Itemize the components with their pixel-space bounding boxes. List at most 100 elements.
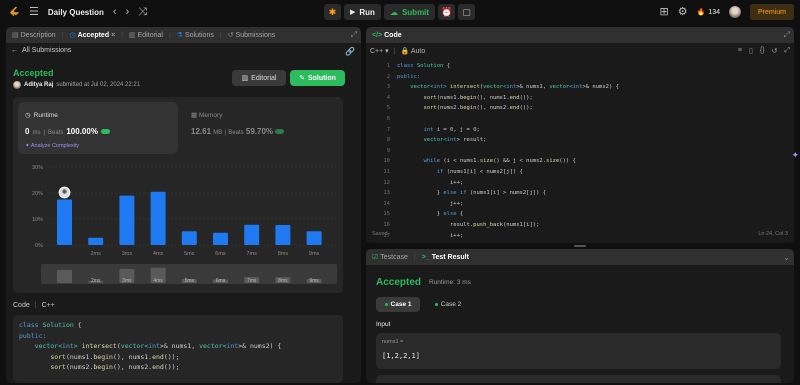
runtime-bar bbox=[57, 199, 72, 245]
tab-accepted[interactable]: ◷ Accepted × bbox=[67, 31, 117, 40]
analyze-complexity-link[interactable]: ✦ Analyze Complexity bbox=[25, 143, 79, 149]
clock-icon: ◷ bbox=[25, 112, 31, 119]
streak-count: 134 bbox=[708, 8, 720, 16]
code-line: class Solution { bbox=[19, 321, 82, 329]
memory-beats: 59.70% bbox=[245, 127, 274, 136]
param-name: nums1 = bbox=[382, 339, 404, 345]
tab-submissions[interactable]: ↺ Submissions bbox=[226, 31, 278, 40]
tab-code[interactable]: </> Code bbox=[370, 32, 404, 39]
prev-problem-icon[interactable]: ‹ bbox=[113, 6, 117, 18]
premium-button[interactable]: Premium bbox=[749, 4, 794, 20]
play-icon: ▶ bbox=[350, 9, 356, 16]
language-select[interactable]: C++ ▾ bbox=[370, 47, 389, 55]
tab-editorial[interactable]: ▥ Editorial bbox=[127, 31, 165, 40]
book-icon: ▥ bbox=[129, 32, 136, 39]
notes-button[interactable]: ▢ bbox=[458, 4, 476, 20]
code-line: if (nums1[i] < nums2[j]) { bbox=[436, 168, 523, 175]
username[interactable]: Aditya Raj bbox=[24, 82, 53, 88]
shuffle-icon[interactable]: ⤨ bbox=[138, 6, 147, 18]
submitted-code-header: Code | C++ bbox=[13, 302, 55, 309]
tab-test-result[interactable]: >_ Test Result bbox=[420, 254, 471, 261]
flask-icon: ⚗ bbox=[176, 32, 184, 39]
all-submissions-link[interactable]: ← All Submissions bbox=[11, 47, 71, 54]
tab-description[interactable]: ▤ Description bbox=[10, 31, 58, 40]
expand-panel-icon[interactable]: ⤢ bbox=[351, 30, 357, 40]
note-icon: ▢ bbox=[462, 6, 471, 17]
code-line: ​ bbox=[397, 146, 619, 157]
overview-tick-label: 3ms bbox=[122, 278, 132, 284]
collapse-icon[interactable]: ⌄ bbox=[783, 253, 790, 262]
back-arrow-icon: ← bbox=[11, 47, 18, 54]
problem-list-icon[interactable]: ☰ bbox=[29, 6, 39, 18]
tab-testcase[interactable]: ☑ Testcase bbox=[370, 253, 410, 262]
code-editor[interactable]: class Solution {public: vector<int> inte… bbox=[397, 61, 619, 241]
editor-actions: ≡ ▯ {} ↺ ⤢ bbox=[738, 47, 790, 55]
user-avatar-small[interactable] bbox=[13, 81, 21, 89]
tab-separator: | bbox=[121, 31, 124, 39]
next-problem-icon[interactable]: › bbox=[126, 6, 130, 18]
tab-testcase-label: Testcase bbox=[380, 253, 408, 261]
auto-mode-toggle[interactable]: 🔒 Auto bbox=[401, 47, 426, 55]
editor-panel-controls: ⤢ bbox=[784, 30, 790, 40]
editor-tabbar: </> Code ⤢ bbox=[366, 27, 794, 43]
alarm-clock-icon: ⏰ bbox=[440, 6, 453, 17]
line-number: 15 bbox=[383, 211, 390, 218]
debug-button[interactable]: ✱ bbox=[324, 4, 341, 20]
input-label: Input bbox=[376, 321, 391, 328]
param-value[interactable]: [1,2,2,1] bbox=[382, 352, 420, 360]
case-1-tab[interactable]: Case 1 bbox=[376, 297, 420, 312]
code-line: i++; bbox=[397, 232, 464, 239]
run-button[interactable]: ▶ Run bbox=[344, 4, 381, 20]
overview-tick-label: 7ms bbox=[247, 278, 257, 284]
x-tick-label: 7ms bbox=[247, 251, 258, 257]
top-navbar: ☰ Daily Question ‹ › ⤨ ✱ ▶ Run ☁ Submit ⏰ … bbox=[0, 0, 800, 24]
x-tick-label: 9ms bbox=[309, 251, 320, 257]
analyze-complexity-label: Analyze Complexity bbox=[30, 143, 80, 149]
description-icon: ▤ bbox=[12, 32, 19, 39]
share-link-icon[interactable]: 🔗 bbox=[345, 47, 355, 56]
case-1-label: Case 1 bbox=[390, 301, 412, 308]
runtime-distribution-chart[interactable]: 30% 20% 10% 0% 2ms 3ms 4ms 5ms 6ms 7ms 8ms 9ms 2ms 3m… bbox=[13, 157, 343, 293]
layout-grid-icon[interactable]: ⊞ bbox=[659, 6, 668, 18]
leetcode-logo-icon[interactable] bbox=[8, 6, 20, 18]
book-icon: ▥ bbox=[241, 75, 249, 82]
expand-icon[interactable]: ⤢ bbox=[784, 47, 790, 55]
post-solution-button[interactable]: ✎ Solution bbox=[290, 70, 345, 86]
user-avatar[interactable] bbox=[728, 6, 741, 18]
editor-toolbar: C++ ▾ | 🔒 Auto ≡ ▯ {} ↺ ⤢ bbox=[366, 44, 794, 58]
tab-solutions[interactable]: ⚗ Solutions bbox=[175, 31, 216, 40]
timer-button[interactable]: ⏰ bbox=[438, 4, 456, 20]
test-result-panel: ☑ Testcase | >_ Test Result ⌄ Accepted Run… bbox=[366, 249, 794, 383]
memory-card[interactable]: ▦ Memory 12.61 MB | Beats 59.70% bbox=[191, 102, 341, 154]
runtime-card[interactable]: ◷ Runtime 0 ms | Beats 100.00% ✦ Analyze … bbox=[18, 102, 178, 154]
auto-mode-label: Auto bbox=[410, 48, 426, 55]
line-number: 4 bbox=[386, 94, 390, 101]
close-tab-icon[interactable]: × bbox=[111, 32, 115, 39]
submit-button[interactable]: ☁ Submit bbox=[383, 4, 436, 20]
case-2-tab[interactable]: Case 2 bbox=[428, 297, 468, 312]
problem-list-title[interactable]: Daily Question bbox=[48, 8, 104, 17]
editorial-button[interactable]: ▥ Editorial bbox=[232, 70, 286, 86]
overview-tick-label: 9ms bbox=[309, 278, 319, 284]
cloud-upload-icon: ☁ bbox=[389, 7, 398, 17]
streak-counter[interactable]: 🔥 134 bbox=[697, 8, 720, 17]
fullscreen-icon[interactable]: ⤢ bbox=[784, 30, 790, 39]
saved-status: Saved bbox=[372, 231, 388, 237]
runtime-bar bbox=[150, 191, 166, 245]
ai-assistant-icon[interactable]: ✦ bbox=[791, 150, 799, 161]
bookmark-icon[interactable]: ▯ bbox=[749, 47, 753, 55]
tab-editorial-label: Editorial bbox=[137, 31, 163, 39]
runtime-beats-label: Beats bbox=[48, 130, 64, 136]
reset-icon[interactable]: ↺ bbox=[772, 47, 778, 55]
code-line: vector<int> result; bbox=[397, 137, 487, 144]
toolbar-divider: | bbox=[393, 47, 396, 55]
memory-title: Memory bbox=[198, 112, 223, 119]
x-tick-label: 6ms bbox=[215, 251, 226, 257]
format-braces-icon[interactable]: {} bbox=[760, 47, 765, 55]
code-line: public: bbox=[397, 73, 421, 80]
line-number: 7 bbox=[386, 126, 390, 133]
settings-gear-icon[interactable]: ⚙ bbox=[678, 6, 688, 18]
notes-icon[interactable]: ≡ bbox=[738, 47, 742, 55]
overview-tick-label: 6ms bbox=[216, 278, 226, 284]
runtime-bar bbox=[275, 224, 291, 245]
